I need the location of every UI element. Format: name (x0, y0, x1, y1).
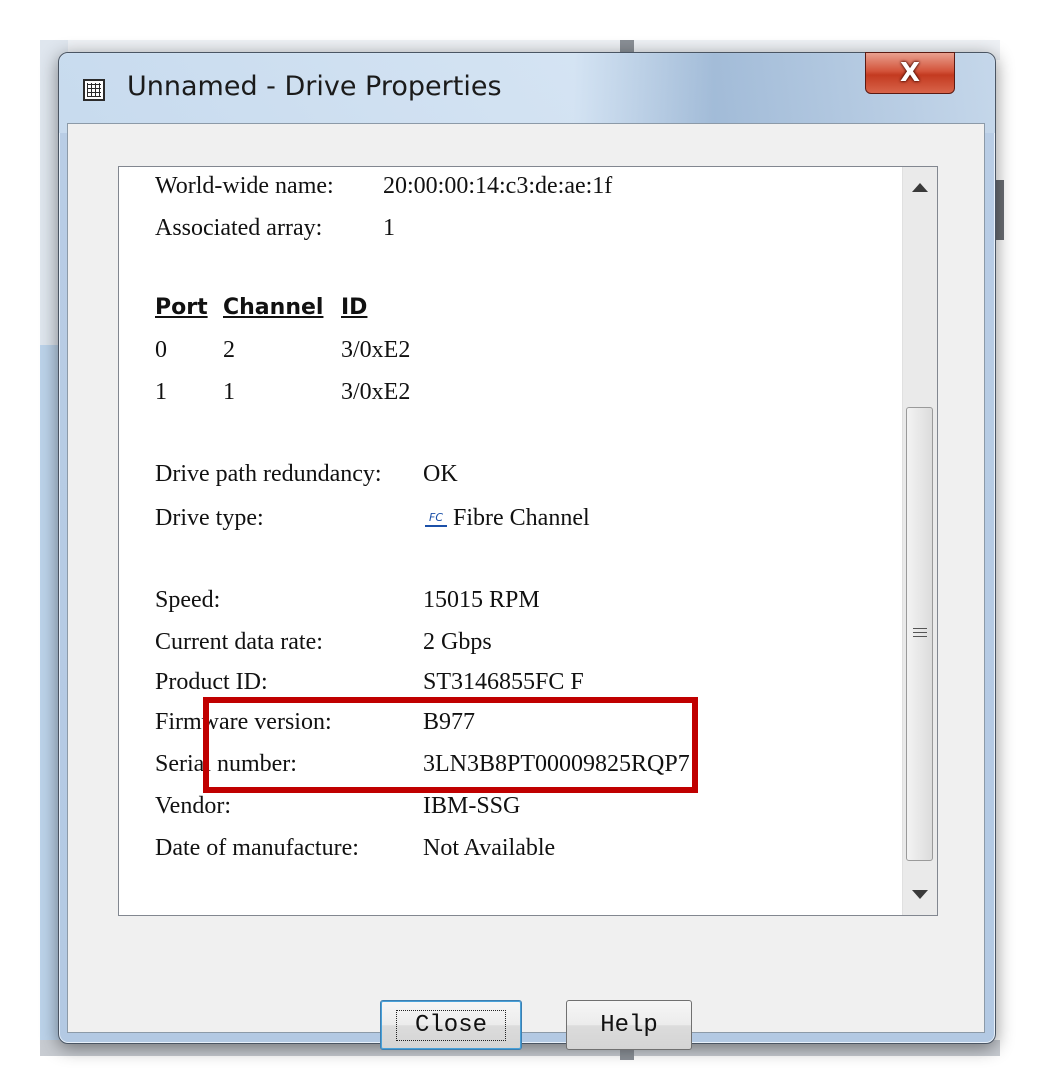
drive-properties-dialog: Unnamed - Drive Properties X World-wide … (58, 52, 996, 1050)
vendor-label: Vendor: (155, 793, 231, 819)
scroll-grip-icon (913, 628, 927, 640)
serial-number-label: Serial number: (155, 751, 297, 777)
vendor-value: IBM-SSG (423, 793, 521, 819)
scroll-up-arrow-icon[interactable] (912, 183, 928, 192)
port-cell: 0 (155, 337, 167, 363)
properties-panel[interactable]: World-wide name: 20:00:00:14:c3:de:ae:1f… (118, 166, 938, 916)
firmware-version-value: B977 (423, 709, 476, 735)
world-wide-name-value: 20:00:00:14:c3:de:ae:1f (383, 173, 613, 199)
associated-array-label: Associated array: (155, 215, 323, 241)
drive-type-label: Drive type: (155, 505, 264, 531)
channel-cell: 1 (223, 379, 235, 405)
drive-path-redundancy-value: OK (423, 461, 458, 487)
channel-cell: 2 (223, 337, 235, 363)
window-close-button[interactable]: X (865, 52, 955, 94)
help-button-label: Help (600, 1011, 658, 1039)
close-button[interactable]: Close (380, 1000, 522, 1050)
id-cell: 3/0xE2 (341, 379, 411, 405)
scroll-down-arrow-icon[interactable] (912, 890, 928, 899)
drive-path-redundancy-label: Drive path redundancy: (155, 461, 382, 487)
firmware-version-label: Firmware version: (155, 709, 332, 735)
serial-number-value: 3LN3B8PT00009825RQP7 (423, 751, 690, 777)
id-column-header: ID (341, 295, 368, 320)
dialog-client-area: World-wide name: 20:00:00:14:c3:de:ae:1f… (67, 123, 985, 1050)
fibre-channel-icon: FC (425, 511, 448, 528)
close-button-label: Close (395, 1009, 507, 1041)
close-icon: X (899, 58, 921, 88)
drive-type-value: Fibre Channel (453, 505, 590, 531)
help-button[interactable]: Help (566, 1000, 692, 1050)
current-data-rate-value: 2 Gbps (423, 629, 492, 655)
window-title: Unnamed - Drive Properties (127, 71, 502, 102)
world-wide-name-label: World-wide name: (155, 173, 334, 199)
associated-array-value: 1 (383, 215, 395, 241)
speed-label: Speed: (155, 587, 221, 613)
speed-value: 15015 RPM (423, 587, 540, 613)
id-cell: 3/0xE2 (341, 337, 411, 363)
channel-column-header: Channel (223, 295, 324, 320)
port-cell: 1 (155, 379, 167, 405)
product-id-value: ST3146855FC F (423, 669, 584, 695)
port-column-header: Port (155, 295, 208, 320)
scrollbar-thumb[interactable] (906, 407, 933, 861)
date-of-manufacture-label: Date of manufacture: (155, 835, 359, 861)
window-app-icon[interactable] (83, 79, 105, 101)
current-data-rate-label: Current data rate: (155, 629, 323, 655)
product-id-label: Product ID: (155, 669, 268, 695)
vertical-scrollbar[interactable] (902, 167, 937, 915)
date-of-manufacture-value: Not Available (423, 835, 556, 861)
drive-type-value-group: FC Fibre Channel (425, 503, 590, 533)
